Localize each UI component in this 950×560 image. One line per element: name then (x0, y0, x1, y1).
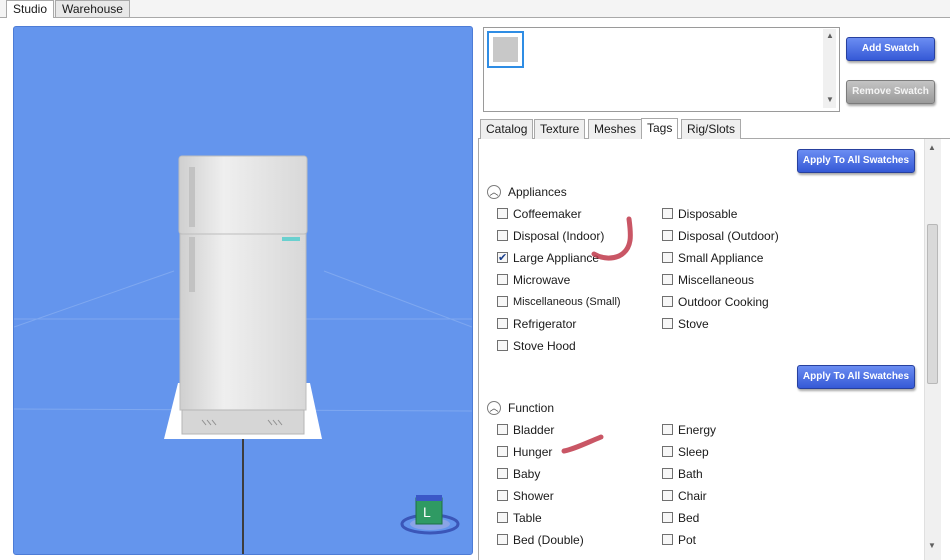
checkbox-label: Disposable (678, 207, 738, 221)
checkbox-box[interactable] (497, 512, 508, 523)
checkbox-label: Refrigerator (513, 317, 577, 331)
checkbox-label: Stove (678, 317, 709, 331)
checkbox-label: Shower (513, 489, 554, 503)
swatch-thumbnail-selected[interactable] (487, 31, 524, 68)
gizmo-label: L (423, 504, 431, 520)
checkbox-box[interactable] (497, 490, 508, 501)
checkbox-box[interactable] (662, 512, 673, 523)
checkbox-label: Bath (678, 467, 703, 481)
checkbox-box[interactable] (662, 446, 673, 457)
tab-meshes[interactable]: Meshes (588, 119, 643, 139)
checkbox-box[interactable] (497, 250, 508, 266)
checkbox-box[interactable] (662, 534, 673, 545)
apply-all-swatches-button[interactable]: Apply To All Swatches (797, 149, 915, 173)
checkbox-label: Large Appliance (513, 251, 600, 265)
scroll-down-icon[interactable]: ▼ (826, 95, 834, 104)
checkbox-box[interactable] (497, 208, 508, 219)
tab-catalog[interactable]: Catalog (480, 119, 534, 139)
checkbox-box[interactable] (497, 274, 508, 285)
scrollbar-thumb[interactable] (927, 224, 938, 384)
collapse-function-icon[interactable]: ︿ (487, 401, 501, 415)
scroll-up-icon[interactable]: ▲ (826, 31, 834, 40)
tab-tags[interactable]: Tags (641, 118, 679, 140)
checkbox-label: Outdoor Cooking (678, 295, 769, 309)
checkbox-label: Bed (678, 511, 700, 525)
checkbox-box[interactable] (497, 446, 508, 457)
checkbox-label: Coffeemaker (513, 207, 582, 221)
checkbox-box[interactable] (662, 318, 673, 329)
scroll-up-icon[interactable]: ▲ (928, 143, 936, 152)
checkbox-box[interactable] (662, 296, 673, 307)
checkbox-label: Hunger (513, 445, 553, 459)
checkbox-box[interactable] (497, 296, 508, 307)
checkbox-box[interactable] (497, 468, 508, 479)
checkbox-label: Bed (Double) (513, 533, 584, 547)
checkbox-box[interactable] (497, 230, 508, 241)
tab-texture[interactable]: Texture (534, 119, 586, 139)
section-title-function: Function (508, 401, 555, 415)
refrigerator-model (178, 155, 308, 435)
tab-studio[interactable]: Studio (6, 0, 55, 18)
tab-warehouse[interactable]: Warehouse (55, 0, 130, 17)
checkbox-label: Energy (678, 423, 717, 437)
checkbox-box[interactable] (497, 318, 508, 329)
checkbox-label: Sleep (678, 445, 709, 459)
checkbox-box[interactable] (662, 252, 673, 263)
checkbox-box[interactable] (662, 230, 673, 241)
tags-panel: Apply To All Swatches ︿ Appliances Coffe… (478, 139, 942, 560)
scroll-down-icon[interactable]: ▼ (928, 541, 936, 550)
checkbox-box[interactable] (497, 340, 508, 351)
checkbox-label: Chair (678, 489, 707, 503)
collapse-appliances-icon[interactable]: ︿ (487, 185, 501, 199)
checkbox-label: Bladder (513, 423, 555, 437)
checkbox-label: Disposal (Outdoor) (678, 229, 779, 243)
checkbox-label: Miscellaneous (678, 273, 755, 287)
tags-scrollbar[interactable]: ▲ ▼ (924, 139, 941, 560)
tab-rig-slots[interactable]: Rig/Slots (681, 119, 742, 139)
checkbox-label: Microwave (513, 273, 571, 287)
checkbox-box[interactable] (662, 274, 673, 285)
panel-tab-bar: Catalog Texture Meshes Tags Rig/Slots (478, 118, 950, 140)
viewport-scene (14, 155, 472, 554)
checkbox-box[interactable] (497, 424, 508, 435)
annotation-mark-2 (561, 434, 604, 454)
add-swatch-button[interactable]: Add Swatch (846, 37, 935, 61)
top-tab-bar: Studio Warehouse (0, 0, 950, 18)
checkbox-label: Small Appliance (678, 251, 764, 265)
checkbox-label: Stove Hood (513, 339, 576, 353)
annotation-mark-1 (591, 216, 633, 261)
remove-swatch-button[interactable]: Remove Swatch (846, 80, 935, 104)
checkbox-label: Baby (513, 467, 541, 481)
checkbox-label: Pot (678, 533, 697, 547)
swatch-list[interactable] (483, 27, 840, 112)
swatch-list-scrollbar[interactable]: ▲ ▼ (823, 29, 836, 108)
section-title-appliances: Appliances (508, 185, 567, 199)
checkbox-box[interactable] (662, 468, 673, 479)
checkbox-box[interactable] (662, 424, 673, 435)
preview-viewport[interactable]: L (13, 26, 473, 555)
checkbox-box[interactable] (662, 208, 673, 219)
apply-all-swatches-button-2[interactable]: Apply To All Swatches (797, 365, 915, 389)
checkbox-label: Table (513, 511, 542, 525)
checkbox-box[interactable] (662, 490, 673, 501)
checkbox-box[interactable] (497, 534, 508, 545)
checkbox-label: Miscellaneous (Small) (513, 296, 621, 308)
